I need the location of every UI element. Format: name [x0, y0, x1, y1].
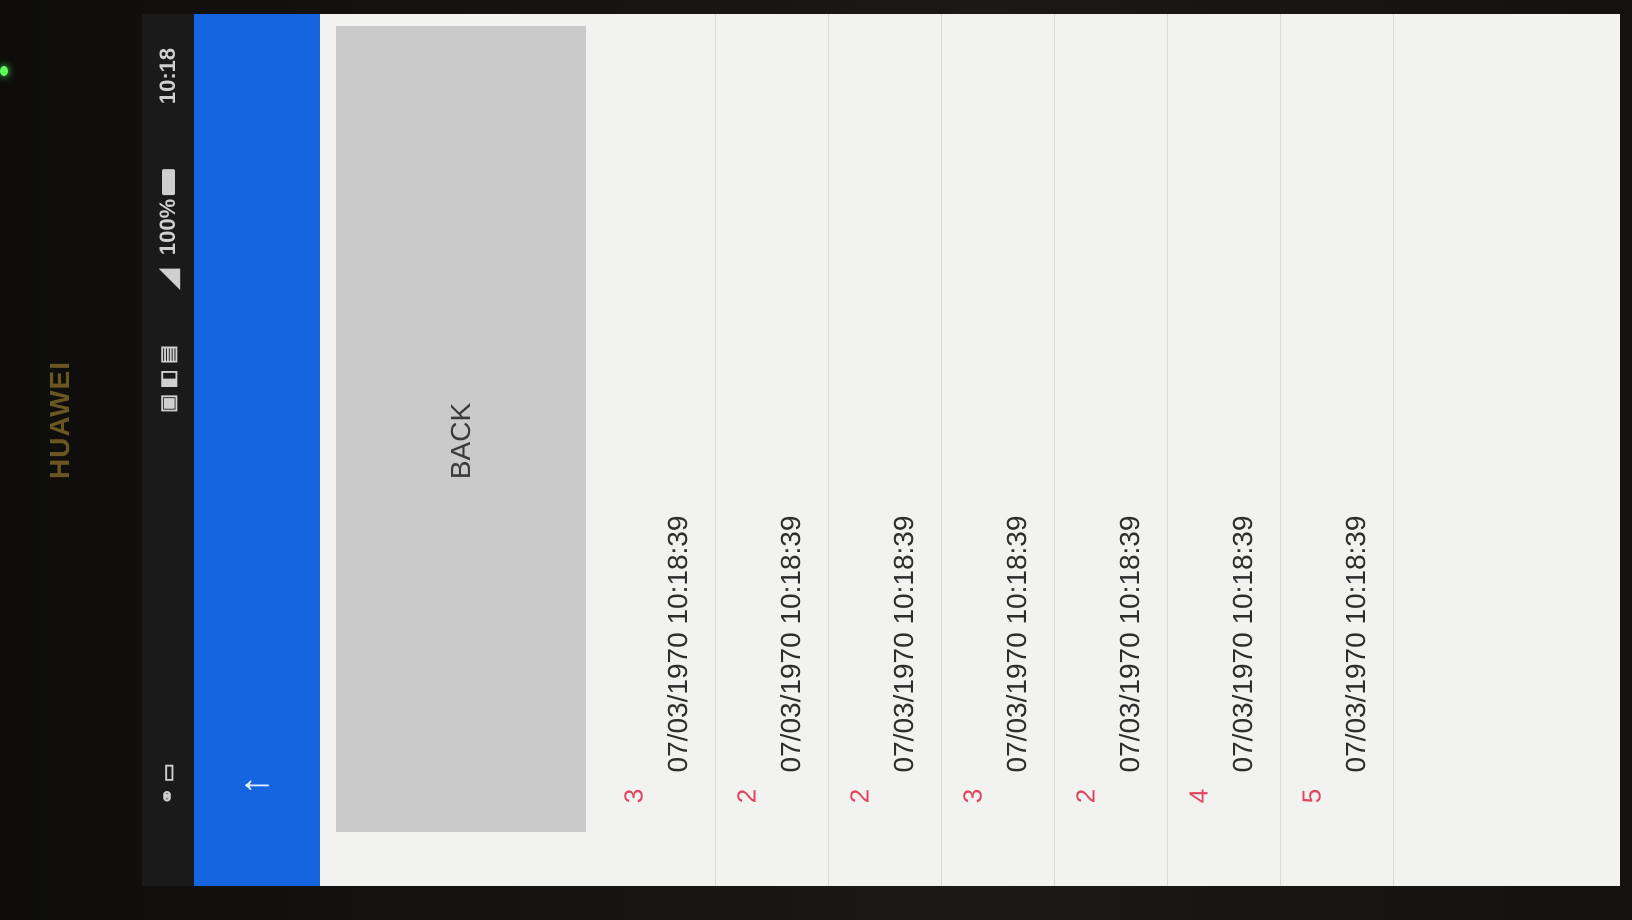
list-item[interactable]: 2 07/03/1970 10:18:39 [828, 14, 942, 886]
item-timestamp: 07/03/1970 10:18:39 [1227, 515, 1258, 773]
item-count: 3 [957, 788, 988, 804]
back-button-label: BACK [445, 402, 476, 480]
item-count: 2 [844, 788, 875, 804]
list-item[interactable]: 3 07/03/1970 10:18:39 [941, 14, 1055, 886]
back-button[interactable]: BACK [336, 26, 586, 832]
list-item[interactable]: 4 07/03/1970 10:18:39 [1167, 14, 1281, 886]
notification-led [0, 66, 8, 76]
signal-icon: ◢ [152, 269, 183, 289]
battery-percent: 100% [155, 198, 180, 256]
item-timestamp: 07/03/1970 10:18:39 [1114, 515, 1145, 773]
status-bar: 10:18 100% ◢ ▣ ◧ ▤ ⚭ ▭ [142, 14, 194, 886]
notification-icons: ▣ ◧ ▤ [157, 345, 180, 413]
list-item[interactable]: 5 07/03/1970 10:18:39 [1280, 14, 1394, 886]
list-item[interactable]: 2 07/03/1970 10:18:39 [1054, 14, 1168, 886]
status-time: 10:18 [155, 47, 180, 105]
item-count: 5 [1296, 788, 1327, 804]
item-count: 3 [618, 788, 649, 804]
item-timestamp: 07/03/1970 10:18:39 [775, 515, 806, 773]
device-bezel: HUAWEI 10:18 100% ◢ ▣ ◧ ▤ ⚭ ▭ ← BACK 3 07… [0, 0, 1632, 920]
list-item[interactable]: 2 07/03/1970 10:18:39 [715, 14, 829, 886]
app-bar: ← [194, 14, 320, 886]
usb-icon: ⚭ ▭ [157, 763, 180, 805]
item-timestamp: 07/03/1970 10:18:39 [888, 515, 919, 773]
item-count: 4 [1183, 788, 1214, 804]
item-timestamp: 07/03/1970 10:18:39 [1340, 515, 1371, 773]
item-timestamp: 07/03/1970 10:18:39 [1001, 515, 1032, 773]
item-count: 2 [731, 788, 762, 804]
list-item[interactable]: 3 07/03/1970 10:18:39 [602, 14, 716, 886]
battery-indicator: 100% [155, 168, 181, 256]
device-brand-logo: HUAWEI [44, 361, 75, 479]
item-count: 2 [1070, 788, 1101, 804]
item-timestamp: 07/03/1970 10:18:39 [662, 515, 693, 773]
device-screen: 10:18 100% ◢ ▣ ◧ ▤ ⚭ ▭ ← BACK 3 07/03/197… [142, 14, 1620, 886]
arrow-back-icon[interactable]: ← [237, 759, 277, 799]
history-list: 3 07/03/1970 10:18:39 2 07/03/1970 10:18:39… [602, 14, 1620, 886]
battery-full-icon [161, 168, 175, 195]
